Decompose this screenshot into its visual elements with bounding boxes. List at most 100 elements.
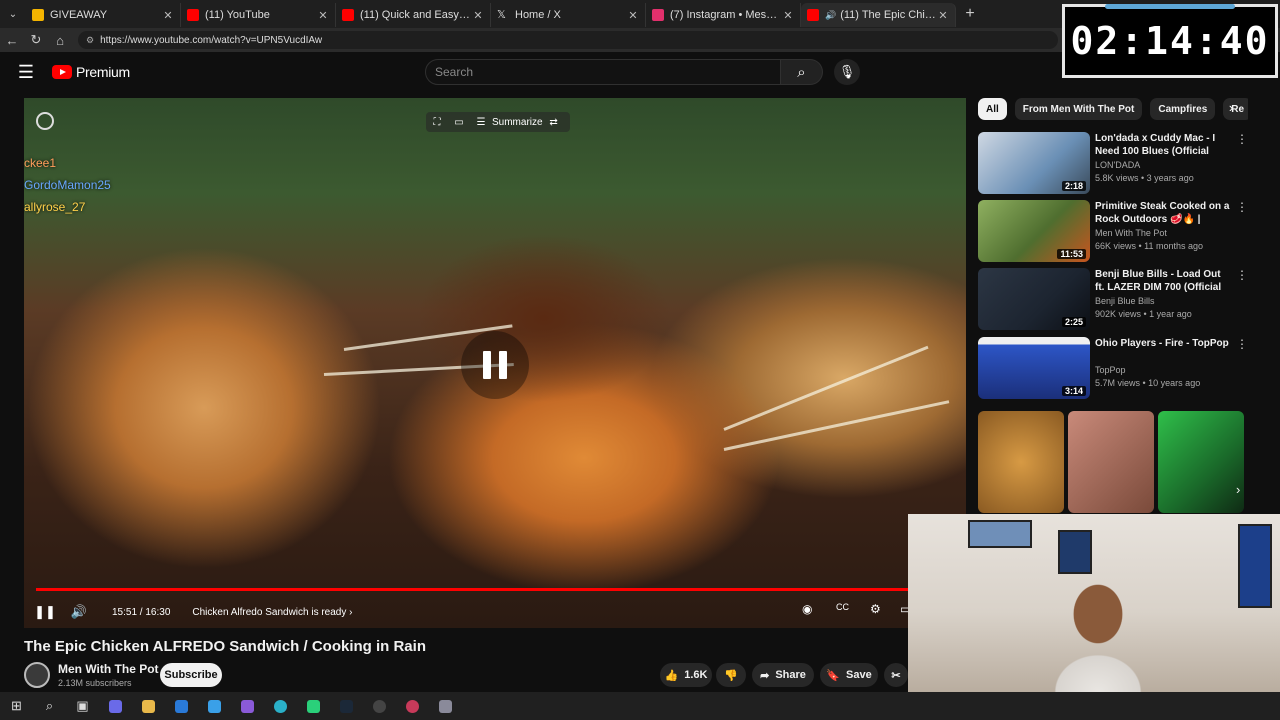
tab-close-icon[interactable]: ✕ — [782, 9, 794, 22]
short-thumbnail[interactable] — [1068, 411, 1154, 513]
channel-watermark-icon[interactable] — [36, 112, 54, 130]
voice-search-button[interactable]: 🎙 — [834, 59, 860, 85]
settings-gear-icon[interactable]: ⚙ — [870, 602, 881, 616]
recommendation-channel[interactable]: TopPop — [1095, 365, 1126, 375]
app-icon[interactable] — [231, 692, 264, 720]
copilot-icon[interactable] — [99, 692, 132, 720]
app-icon[interactable] — [429, 692, 462, 720]
more-options-icon[interactable]: ⋮ — [1236, 268, 1248, 282]
video-thumbnail[interactable]: 3:14 — [978, 337, 1090, 399]
save-button[interactable]: 🔖 Save — [820, 663, 878, 687]
recommendation-title[interactable]: Ohio Players - Fire - TopPop — [1095, 337, 1231, 350]
video-thumbnail[interactable]: 2:18 — [978, 132, 1090, 194]
recommendation-title[interactable]: Primitive Steak Cooked on a Rock Outdoor… — [1095, 200, 1231, 226]
recommendation-item[interactable]: 2:18 Lon'dada x Cuddy Mac - I Need 100 B… — [978, 132, 1248, 194]
recommendation-channel[interactable]: Men With The Pot — [1095, 228, 1167, 238]
recommendation-meta: 66K views • 11 months ago — [1095, 241, 1204, 251]
chevron-right-icon[interactable]: › — [1236, 482, 1240, 497]
more-options-icon[interactable]: ⋮ — [1236, 132, 1248, 146]
recommendation-channel[interactable]: LON'DADA — [1095, 160, 1140, 170]
scissors-icon: ✂ — [891, 669, 901, 682]
stream-timer-overlay: 02:14:40 — [1062, 4, 1278, 78]
channel-avatar[interactable] — [24, 662, 50, 688]
recommendation-title[interactable]: Lon'dada x Cuddy Mac - I Need 100 Blues … — [1095, 132, 1231, 158]
volume-icon[interactable]: 🔊 — [62, 604, 96, 620]
tab-close-icon[interactable]: ✕ — [627, 9, 639, 22]
windows-start-icon[interactable]: ⊞ — [0, 692, 33, 720]
url-field[interactable]: ⚙ https://www.youtube.com/watch?v=UPN5Vu… — [78, 31, 1058, 49]
outlook-icon[interactable] — [165, 692, 198, 720]
search-button[interactable]: ⌕ — [781, 59, 823, 85]
pause-overlay-button[interactable] — [461, 331, 529, 399]
file-explorer-icon[interactable] — [132, 692, 165, 720]
tab-close-icon[interactable]: ✕ — [472, 9, 484, 22]
home-icon[interactable]: ⌂ — [48, 33, 72, 48]
tab-instagram[interactable]: (7) Instagram • Messages ✕ — [646, 3, 801, 27]
recommendation-channel[interactable]: Benji Blue Bills — [1095, 296, 1155, 306]
tab-bbq-crabs[interactable]: (11) Quick and Easy Bbq Crabs on ✕ — [336, 3, 491, 27]
youtube-logo[interactable]: Premium — [52, 64, 130, 80]
autoplay-toggle[interactable]: ◉ — [802, 602, 812, 616]
short-thumbnail[interactable] — [978, 411, 1064, 513]
timer-accent-bar — [1105, 4, 1235, 9]
reload-icon[interactable]: ↻ — [24, 32, 48, 48]
app-icon[interactable] — [396, 692, 429, 720]
hamburger-menu-icon[interactable]: ☰ — [0, 62, 52, 83]
tab-close-icon[interactable]: ✕ — [162, 9, 174, 22]
tab-x-home[interactable]: 𝕏 Home / X ✕ — [491, 3, 646, 27]
tab-giveaway[interactable]: GIVEAWAY ✕ — [26, 3, 181, 27]
new-tab-button[interactable]: + — [956, 5, 984, 23]
duration-badge: 2:18 — [1061, 181, 1086, 191]
more-options-icon[interactable]: ⋮ — [1236, 200, 1248, 214]
tab-youtube[interactable]: (11) YouTube ✕ — [181, 3, 336, 27]
search-input[interactable]: Search — [425, 59, 781, 85]
site-info-icon[interactable]: ⚙ — [86, 35, 94, 46]
translate-icon[interactable]: ⇄ — [543, 117, 565, 128]
chapter-button[interactable]: Chicken Alfredo Sandwich is ready › — [192, 607, 352, 618]
cheese-strand — [723, 400, 950, 451]
progress-bar[interactable] — [36, 588, 954, 591]
dislike-button[interactable]: 👎 — [716, 663, 746, 687]
task-view-icon[interactable]: ▣ — [66, 692, 99, 720]
video-thumbnail[interactable]: 2:25 — [978, 268, 1090, 330]
recommendation-title[interactable]: Benji Blue Bills - Load Out ft. LAZER DI… — [1095, 268, 1231, 294]
chip-from-channel[interactable]: From Men With The Pot — [1014, 98, 1143, 120]
video-player[interactable]: ckee1 GordoMamon25 allyrose_27 ⛶ ▭ ☰ Sum… — [24, 98, 966, 628]
tab-close-icon[interactable]: ✕ — [937, 9, 949, 22]
summarize-button[interactable]: Summarize — [492, 117, 543, 128]
logo-text: Premium — [76, 64, 130, 80]
video-thumbnail[interactable]: 11:53 — [978, 200, 1090, 262]
captions-icon[interactable]: CC — [836, 602, 849, 612]
bookmark-icon: 🔖 — [826, 669, 840, 682]
recommendation-meta: 5.7M views • 10 years ago — [1095, 378, 1201, 388]
clip-button[interactable]: ✂ — [884, 663, 908, 687]
app-icon[interactable] — [363, 692, 396, 720]
play-pause-icon[interactable]: ❚❚ — [28, 604, 62, 620]
subscribe-button[interactable]: Subscribe — [160, 663, 222, 687]
chip-campfires[interactable]: Campfires — [1150, 98, 1216, 120]
recommendation-item[interactable]: 2:25 Benji Blue Bills - Load Out ft. LAZ… — [978, 268, 1248, 330]
short-thumbnail[interactable] — [1158, 411, 1244, 513]
tab-close-icon[interactable]: ✕ — [317, 9, 329, 22]
recommendation-item[interactable]: 11:53 Primitive Steak Cooked on a Rock O… — [978, 200, 1248, 262]
back-arrow-icon[interactable]: ← — [0, 33, 24, 48]
edge-browser-icon[interactable] — [264, 692, 297, 720]
tab-epic-chicken[interactable]: 🔊 (11) The Epic Chicken ALFRED ✕ — [801, 3, 956, 27]
share-button[interactable]: ➦ Share — [752, 663, 814, 687]
tab-search-icon[interactable]: ⌄ — [0, 0, 26, 28]
windows-taskbar: ⊞ ⌕ ▣ — [0, 692, 1280, 720]
recommendation-item[interactable]: 3:14 Ohio Players - Fire - TopPop TopPop… — [978, 337, 1248, 399]
app-icon[interactable] — [297, 692, 330, 720]
more-options-icon[interactable]: ⋮ — [1236, 337, 1248, 351]
channel-name[interactable]: Men With The Pot — [58, 662, 159, 676]
store-icon[interactable] — [198, 692, 231, 720]
chevron-right-icon[interactable]: › — [1222, 100, 1240, 115]
chip-all[interactable]: All — [978, 98, 1007, 120]
streamer-figure — [1028, 574, 1168, 692]
steam-icon[interactable] — [330, 692, 363, 720]
recommendation-meta: 902K views • 1 year ago — [1095, 309, 1192, 319]
like-button[interactable]: 👍 1.6K — [660, 663, 712, 687]
expand-icon[interactable]: ⛶ — [426, 117, 448, 128]
search-icon[interactable]: ⌕ — [33, 692, 66, 720]
screen-icon[interactable]: ▭ — [448, 117, 470, 128]
